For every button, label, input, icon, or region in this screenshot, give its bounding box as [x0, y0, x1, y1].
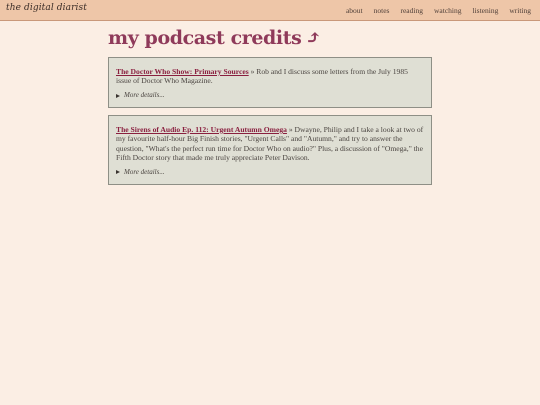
nav-watching[interactable]: watching: [434, 6, 462, 15]
page-title-text: my podcast credits: [108, 27, 302, 49]
credit-link[interactable]: The Sirens of Audio Ep. 112: Urgent Autu…: [116, 125, 287, 134]
credit-text: The Sirens of Audio Ep. 112: Urgent Autu…: [116, 125, 424, 163]
more-details-label: More details...: [124, 167, 165, 176]
nav-listening[interactable]: listening: [472, 6, 498, 15]
credit-card: The Sirens of Audio Ep. 112: Urgent Autu…: [108, 115, 432, 185]
nav-notes[interactable]: notes: [374, 6, 390, 15]
credit-link[interactable]: The Doctor Who Show: Primary Sources: [116, 67, 249, 76]
site-logo[interactable]: the digital diarist: [6, 3, 87, 13]
credit-text: The Doctor Who Show: Primary Sources » R…: [116, 67, 424, 86]
more-details-toggle[interactable]: More details...: [116, 91, 424, 100]
site-header: the digital diarist about notes reading …: [0, 0, 540, 21]
page-title: my podcast credits ⤴: [108, 27, 321, 49]
nav-writing[interactable]: writing: [509, 6, 531, 15]
credit-card: The Doctor Who Show: Primary Sources » R…: [108, 57, 432, 108]
disclosure-triangle-icon: [116, 93, 120, 98]
nav-reading[interactable]: reading: [400, 6, 423, 15]
disclosure-triangle-icon: [116, 170, 120, 175]
main-nav: about notes reading watching listening w…: [346, 6, 531, 15]
nav-about[interactable]: about: [346, 6, 363, 15]
arrow-up-icon[interactable]: ⤴: [305, 27, 321, 49]
more-details-toggle[interactable]: More details...: [116, 168, 424, 177]
more-details-label: More details...: [124, 90, 165, 99]
